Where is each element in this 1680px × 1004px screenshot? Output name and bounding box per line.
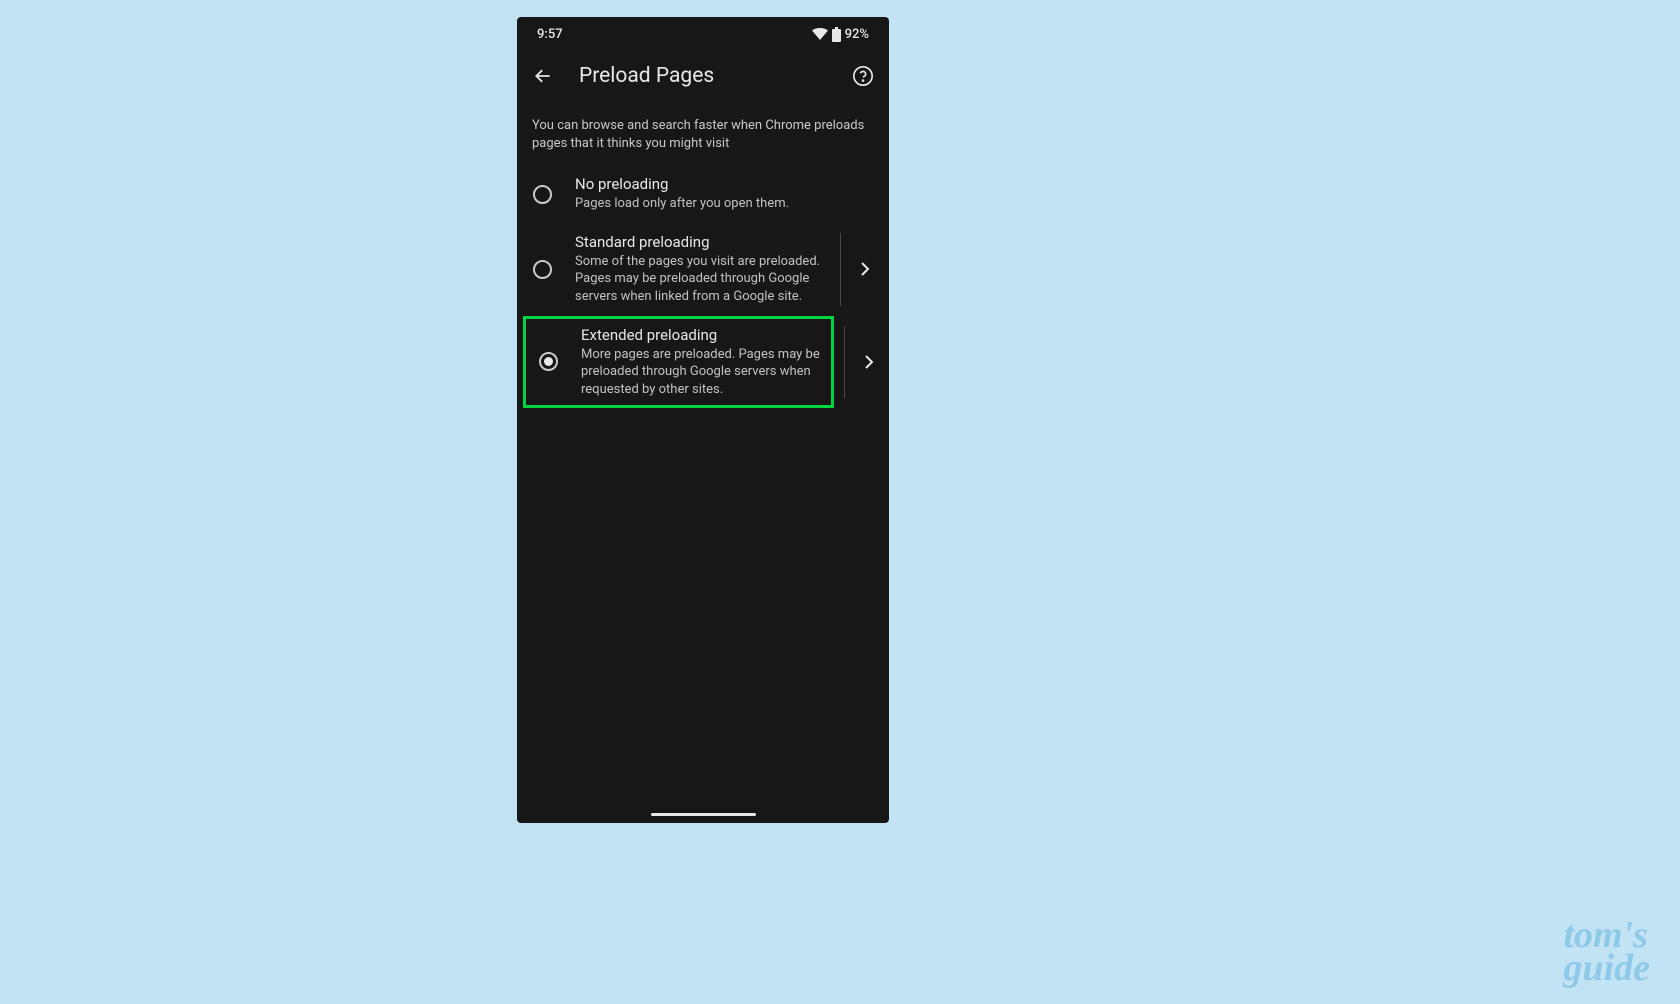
option-description: Some of the pages you visit are preloade… — [575, 253, 828, 306]
status-bar: 9:57 92% — [517, 17, 889, 51]
vertical-divider — [844, 326, 845, 399]
option-text: No preloading Pages load only after you o… — [575, 175, 885, 213]
help-icon — [852, 65, 874, 87]
option-no-preloading[interactable]: No preloading Pages load only after you o… — [517, 165, 889, 223]
radio-button-no-preloading[interactable] — [533, 185, 552, 204]
option-description: More pages are preloaded. Pages may be p… — [581, 346, 822, 399]
chevron-button-extended-preloading[interactable] — [849, 316, 889, 409]
radio-container — [539, 352, 581, 371]
radio-button-standard-preloading[interactable] — [533, 260, 552, 279]
option-text: Extended preloading More pages are preloa… — [581, 326, 830, 399]
chevron-button-standard-preloading[interactable] — [845, 233, 885, 306]
battery-icon — [832, 27, 841, 42]
chevron-right-icon — [864, 354, 874, 370]
watermark-line2: guide — [1563, 947, 1650, 989]
options-list: No preloading Pages load only after you o… — [517, 165, 889, 408]
app-bar: Preload Pages — [517, 51, 889, 101]
navigation-bar — [517, 805, 889, 823]
phone-screen: 9:57 92% Preload Pages — [517, 17, 889, 823]
option-standard-preloading[interactable]: Standard preloading Some of the pages you… — [517, 223, 889, 316]
radio-button-extended-preloading[interactable] — [539, 352, 558, 371]
vertical-divider — [840, 233, 841, 306]
content-area: You can browse and search faster when Ch… — [517, 101, 889, 805]
option-wrapper-extended-preloading: Extended preloading More pages are preloa… — [517, 316, 889, 409]
description-text: You can browse and search faster when Ch… — [517, 101, 889, 165]
radio-container — [533, 260, 575, 279]
arrow-left-icon — [533, 66, 553, 86]
page-title: Preload Pages — [579, 64, 827, 88]
battery-percentage: 92% — [845, 27, 869, 42]
back-button[interactable] — [531, 64, 555, 88]
chevron-right-icon — [860, 261, 870, 277]
radio-container — [533, 185, 575, 204]
wifi-icon — [812, 28, 828, 40]
option-description: Pages load only after you open them. — [575, 195, 877, 213]
option-title: Standard preloading — [575, 233, 828, 251]
nav-handle[interactable] — [651, 813, 756, 816]
status-icons: 92% — [812, 27, 869, 42]
watermark: tom's guide — [1563, 919, 1650, 984]
option-title: No preloading — [575, 175, 877, 193]
option-extended-preloading[interactable]: Extended preloading More pages are preloa… — [523, 316, 834, 409]
status-time: 9:57 — [537, 27, 563, 42]
option-text: Standard preloading Some of the pages you… — [575, 233, 836, 306]
help-button[interactable] — [851, 64, 875, 88]
option-title: Extended preloading — [581, 326, 822, 344]
